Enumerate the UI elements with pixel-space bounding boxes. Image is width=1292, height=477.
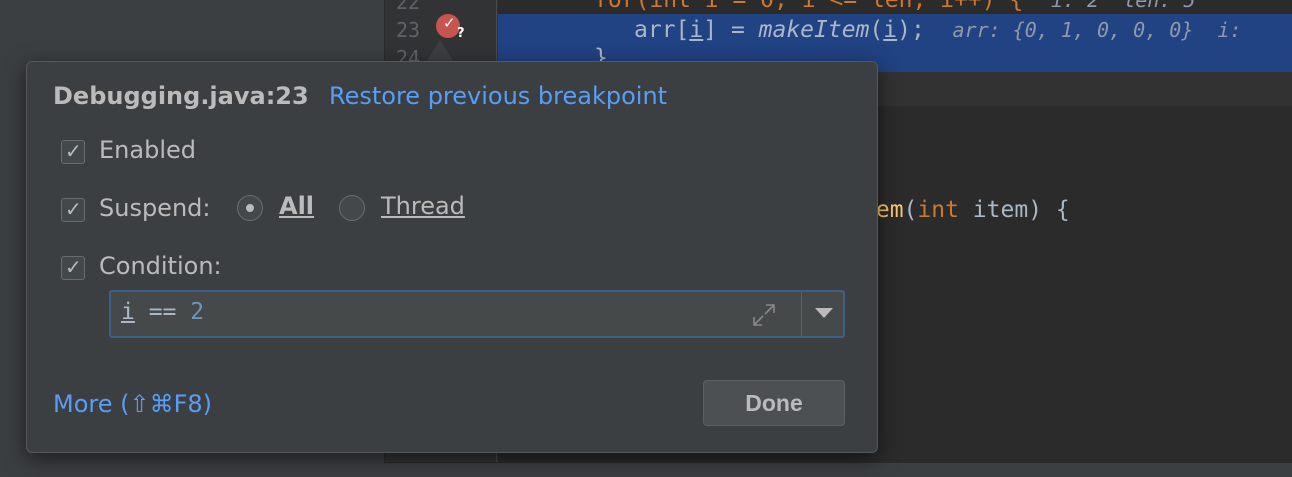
more-link[interactable]: More (⇧⌘F8) — [53, 390, 212, 418]
code-line-23: arr[i] = makeItem(i); arr: {0, 1, 0, 0, … — [634, 16, 1242, 44]
inline-hint-23: arr: {0, 1, 0, 0, 0} i: — [952, 18, 1242, 42]
suspend-thread-label[interactable]: Thread — [381, 192, 465, 220]
suspend-label: Suspend: — [99, 194, 211, 222]
popup-pointer — [426, 40, 454, 62]
radio-selected-dot — [246, 204, 254, 212]
field-divider — [801, 292, 802, 336]
enabled-checkbox[interactable]: ✓ — [61, 139, 85, 164]
editor-bottom-bar — [384, 462, 1292, 477]
code-method-paren: ( — [903, 197, 918, 223]
line-number-22: 22 — [396, 0, 421, 14]
chevron-down-icon[interactable] — [815, 308, 833, 318]
breakpoint-condition-icon: ? — [457, 26, 465, 41]
condition-label: Condition: — [99, 252, 222, 280]
condition-input[interactable]: i == 2 — [109, 290, 845, 338]
code-var-i: i — [689, 17, 704, 43]
code-line-22-text: for(int i = 0; i <= len; i++) { — [594, 0, 1024, 13]
code-arr: arr[ — [634, 17, 690, 43]
inline-hint-22: i: 2 len: 5 — [1050, 0, 1196, 12]
condition-number: 2 — [190, 299, 205, 325]
code-paren: ( — [869, 17, 884, 43]
condition-var: i — [121, 299, 135, 325]
code-assign: ] = — [703, 17, 759, 43]
condition-op: == — [134, 299, 191, 325]
code-method-signature: tem(int item) { — [862, 196, 1070, 224]
popup-title: Debugging.java:23 — [53, 82, 309, 110]
code-kw-int: int — [917, 197, 959, 223]
suspend-thread-radio[interactable] — [339, 195, 365, 221]
breakpoint-check-icon: ✓ — [443, 14, 456, 32]
code-fn-makeitem: makeItem — [758, 17, 870, 43]
condition-expression[interactable]: i == 2 — [121, 299, 204, 325]
enabled-label: Enabled — [99, 136, 196, 164]
expand-icon[interactable] — [751, 302, 777, 328]
code-end: ); — [897, 17, 925, 43]
restore-breakpoint-link[interactable]: Restore previous breakpoint — [329, 82, 667, 110]
suspend-all-radio[interactable] — [237, 195, 263, 221]
suspend-checkbox[interactable]: ✓ — [61, 197, 85, 222]
code-arg-i: i — [883, 17, 898, 43]
condition-checkbox[interactable]: ✓ — [61, 255, 85, 280]
check-icon: ✓ — [65, 139, 82, 163]
line-number-23: 23 — [396, 18, 421, 42]
check-icon: ✓ — [65, 197, 82, 221]
breakpoint-popup: Debugging.java:23 Restore previous break… — [26, 61, 878, 453]
done-button[interactable]: Done — [703, 380, 845, 426]
suspend-all-label[interactable]: All — [279, 192, 314, 220]
code-method-rest: item) { — [958, 197, 1070, 223]
check-icon: ✓ — [65, 255, 82, 279]
code-line-22: for(int i = 0; i <= len; i++) { i: 2 len… — [594, 0, 1195, 14]
